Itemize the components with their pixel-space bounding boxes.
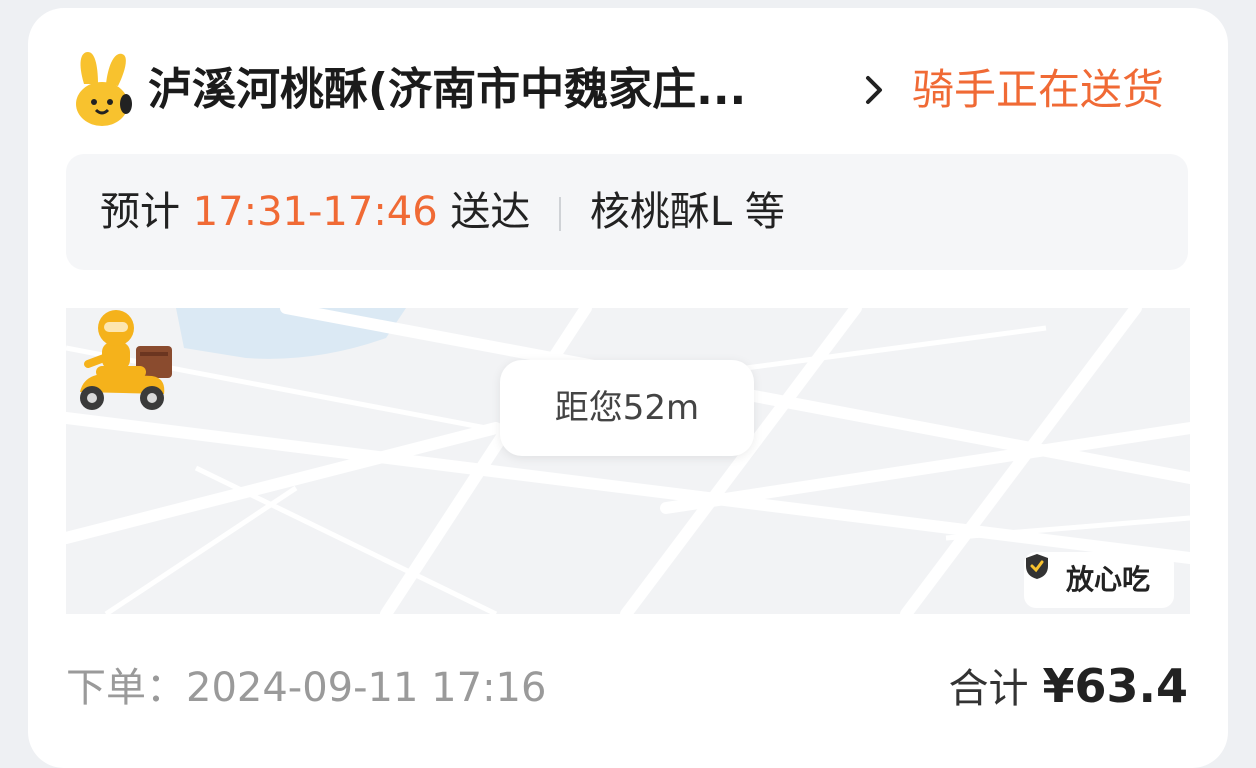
map-background — [66, 308, 1190, 614]
delivery-map[interactable]: 距您52m 放心吃 — [66, 308, 1190, 614]
eta-box: 预计 17:31-17:46 送达 核桃酥L 等 — [66, 154, 1188, 270]
order-items: 核桃酥L 等 — [589, 189, 785, 235]
delivery-rider-icon — [80, 310, 172, 410]
order-total: 合计 ¥63.4 — [948, 656, 1188, 716]
delivery-status: 骑手正在送货 — [912, 65, 1165, 114]
safe-eat-badge[interactable]: 放心吃 — [1024, 552, 1174, 608]
eta-suffix: 送达 — [450, 189, 531, 235]
total-value: ¥63.4 — [1042, 659, 1188, 713]
divider — [559, 197, 562, 231]
distance-bubble: 距您52m — [500, 360, 754, 456]
eta-prefix: 预计 — [100, 189, 180, 235]
rabbit-logo-icon — [76, 52, 132, 126]
total-label: 合计 — [948, 666, 1029, 712]
order-time: 下单：2024-09-11 17:16 — [66, 665, 547, 711]
shop-name[interactable]: 泸溪河桃酥(济南市中魏家庄... — [148, 60, 848, 120]
shield-icon — [1026, 554, 1048, 579]
safe-eat-label: 放心吃 — [1066, 563, 1151, 596]
order-card[interactable]: 泸溪河桃酥(济南市中魏家庄... 骑手正在送货 预计 17:31-17:46 送… — [28, 8, 1228, 768]
eta-line: 预计 17:31-17:46 送达 核桃酥L 等 — [100, 182, 785, 242]
eta-time-range: 17:31-17:46 — [192, 189, 438, 235]
chevron-right-icon[interactable] — [862, 70, 886, 110]
order-header[interactable]: 泸溪河桃酥(济南市中魏家庄... 骑手正在送货 — [28, 8, 1228, 158]
